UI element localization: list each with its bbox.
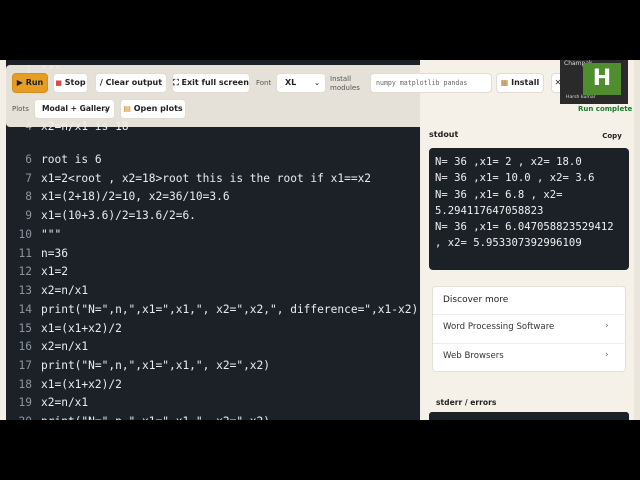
line-number: 14 (18, 303, 32, 316)
line-number: 19 (18, 396, 32, 409)
avatar: H (583, 63, 621, 95)
code-line[interactable]: 12 x1=2 (6, 263, 420, 281)
chevron-right-icon: › (605, 350, 609, 360)
clear-output-label: Clear output (105, 78, 163, 87)
modules-input[interactable]: numpy matplotlib pandas (370, 73, 492, 93)
stop-label: Stop (64, 78, 86, 87)
code-text: """ (41, 228, 62, 241)
plots-mode-value: Modal + Gallery (42, 104, 110, 113)
code-text: x1=(x1+x2)/2 (41, 322, 122, 335)
plots-label: Plots (12, 105, 29, 113)
discover-item[interactable]: Word Processing Software › (433, 314, 627, 340)
font-size-select[interactable]: XL ⌄ (276, 73, 326, 93)
clear-output-button[interactable]: ∕ Clear output (95, 73, 167, 93)
discover-item-label: Word Processing Software (443, 322, 555, 332)
code-line[interactable]: 11 n=36 (6, 245, 420, 263)
chevron-down-icon: ⌄ (103, 105, 109, 113)
line-number: 13 (18, 284, 32, 297)
line-number: 8 (25, 190, 32, 203)
package-icon: ▦ (500, 78, 509, 87)
code-line[interactable]: 20 print("N=",n,",x1=",x1,", x2=",x2) (6, 413, 420, 420)
stdout-line: 5.294117647058823 (435, 204, 544, 217)
code-line[interactable]: 6 root is 6 (6, 151, 420, 169)
code-line[interactable]: 19 x2=n/x1 (6, 394, 420, 412)
stdout-line: N= 36 ,x1= 6.8 , x2= (435, 188, 563, 201)
brush-icon: ∕ (99, 78, 103, 87)
line-number: 12 (18, 265, 32, 278)
code-text: print("N=",n,",x1=",x1,", x2=",x2) (41, 359, 271, 372)
install-modules-label: Install (330, 75, 352, 83)
line-number: 6 (25, 153, 32, 166)
line-number: 7 (25, 172, 32, 185)
stdout-header: stdout Copy (429, 124, 629, 148)
stderr-label: stderr / errors (436, 398, 497, 407)
code-line[interactable]: 13 x2=n/x1 (6, 282, 420, 300)
stdout-line: N= 36 ,x1= 2 , x2= 18.0 (435, 156, 582, 168)
open-plots-button[interactable]: ▤ Open plots (120, 99, 186, 119)
exit-fullscreen-label: Exit full screen (181, 78, 249, 87)
chart-icon: ▤ (123, 104, 131, 113)
install-modules-label-line-2: modules (330, 84, 360, 92)
code-text: x2=n/x1 (41, 284, 89, 297)
install-button[interactable]: ▦ Install (496, 73, 544, 93)
discover-item[interactable]: Web Browsers › (433, 343, 627, 369)
discover-more-card: Discover more Word Processing Software ›… (432, 286, 627, 372)
code-line[interactable]: 9 x1=(10+3.6)/2=13.6/2=6. (6, 207, 420, 225)
code-text: x2=n/x1 (41, 340, 89, 353)
toolbar: ▶ Run ■ Stop ∕ Clear output ⛶ Exit full … (6, 65, 632, 127)
code-line[interactable]: 16 x2=n/x1 (6, 338, 420, 356)
chevron-down-icon: ⌄ (314, 79, 320, 87)
line-number: 9 (25, 209, 32, 222)
line-number: 17 (18, 359, 32, 372)
stop-button[interactable]: ■ Stop (53, 73, 88, 93)
line-number: 10 (18, 228, 32, 241)
stop-icon: ■ (55, 79, 62, 87)
collapse-icon: ⛶ (173, 78, 179, 87)
font-label: Font (256, 79, 272, 87)
line-number: 11 (18, 247, 32, 260)
code-text: n=36 (41, 247, 68, 260)
stdout-line: N= 36 ,x1= 6.047058823529412 (435, 221, 614, 234)
code-line[interactable]: 14 print("N=",n,",x1=",x1,", x2=",x2,", d… (6, 301, 420, 319)
line-number: 20 (6, 413, 32, 420)
run-button[interactable]: ▶ Run (12, 73, 48, 93)
code-line[interactable]: 17 print("N=",n,",x1=",x1,", x2=",x2) (6, 357, 420, 375)
line-number: 18 (18, 378, 32, 391)
code-text: x2=n/x1 (41, 396, 89, 409)
open-plots-label: Open plots (133, 104, 183, 113)
code-text: x1=(2+18)/2=10, x2=36/10=3.6 (41, 190, 230, 203)
code-text: print("N=",n,",x1=",x1,", x2=",x2) (41, 413, 270, 420)
stdout-line: , x2= 5.953307392996109 (435, 237, 582, 250)
stdout-console: N= 36 ,x1= 2 , x2= 18.0 N= 36 ,x1= 10.0 ,… (429, 148, 629, 270)
code-line[interactable]: 18 x1=(x1+x2)/2 (6, 376, 420, 394)
stdout-line: N= 36 ,x1= 10.0 , x2= 3.6 (435, 172, 595, 185)
font-size-value: XL (285, 78, 297, 87)
code-line[interactable]: 15 x1=(x1+x2)/2 (6, 320, 420, 338)
stdout-label: stdout (429, 130, 459, 139)
scrollbar[interactable] (634, 60, 640, 420)
copy-button[interactable]: Copy (597, 128, 627, 144)
run-status: Run complete (578, 105, 633, 113)
plots-mode-select[interactable]: Modal + Gallery ⌄ (34, 99, 115, 119)
code-text: x1=2 (41, 265, 68, 278)
exit-fullscreen-button[interactable]: ⛶ Exit full screen (172, 73, 250, 93)
code-text: root is 6 (41, 153, 102, 166)
line-number: 16 (18, 340, 32, 353)
code-text: x1=2<root , x2=18>root this is the root … (41, 172, 372, 185)
stderr-console (429, 412, 629, 420)
code-text: x1=(10+3.6)/2=13.6/2=6. (41, 209, 196, 222)
chevron-right-icon: › (605, 321, 609, 331)
code-line[interactable]: 7 x1=2<root , x2=18>root this is the root… (6, 170, 420, 188)
run-label: Run (25, 78, 44, 87)
discover-title: Discover more (443, 295, 509, 305)
line-number: 15 (18, 322, 32, 335)
discover-item-label: Web Browsers (443, 351, 504, 361)
install-label: Install (511, 78, 540, 87)
code-line[interactable]: 8 x1=(2+18)/2=10, x2=36/10=3.6 (6, 188, 420, 206)
code-text: x1=(x1+x2)/2 (41, 378, 122, 391)
play-icon: ▶ (16, 78, 23, 87)
code-line[interactable]: 10 """ (6, 226, 420, 244)
webcam-name: Harsh kumar (566, 95, 596, 100)
code-text: print("N=",n,",x1=",x1,", x2=",x2,", dif… (41, 303, 419, 316)
